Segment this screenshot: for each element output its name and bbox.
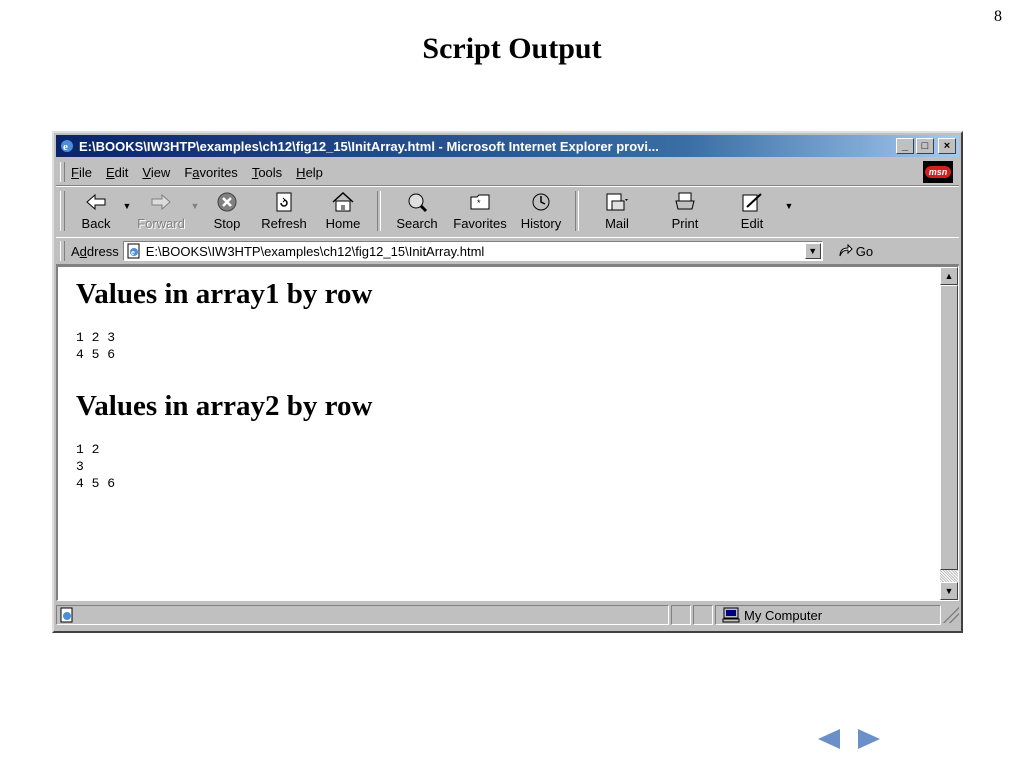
menu-favorites[interactable]: Favorites — [184, 165, 237, 180]
forward-arrow-icon — [151, 193, 171, 211]
toolbar-separator — [575, 191, 579, 231]
menu-help[interactable]: Help — [296, 165, 323, 180]
slide-number: 8 — [994, 8, 1002, 25]
history-button[interactable]: History — [513, 187, 569, 235]
msn-logo-text: msn — [924, 166, 952, 178]
browser-window: e E:\BOOKS\IW3HTP\examples\ch12\fig12_15… — [52, 131, 963, 633]
status-zone: My Computer — [715, 605, 941, 625]
back-arrow-icon — [86, 193, 106, 211]
menu-grip[interactable] — [60, 162, 65, 182]
svg-text:e: e — [63, 141, 68, 153]
svg-text:e: e — [131, 250, 135, 257]
vertical-scrollbar[interactable]: ▲ ▼ — [940, 267, 958, 600]
forward-dropdown-icon[interactable]: ▼ — [189, 201, 201, 211]
go-arrow-icon — [839, 243, 853, 257]
address-bar: Address e E:\BOOKS\IW3HTP\examples\ch12\… — [56, 237, 959, 265]
toolbar-grip[interactable] — [60, 191, 65, 231]
search-icon — [408, 193, 428, 213]
page-icon: e — [127, 243, 140, 259]
print-label: Print — [671, 216, 699, 231]
standard-toolbar: Back ▼ Forward ▼ Stop Refresh Home Searc… — [56, 186, 959, 238]
zone-label: My Computer — [744, 607, 823, 623]
favorites-icon: * — [470, 194, 490, 210]
title-bar[interactable]: e E:\BOOKS\IW3HTP\examples\ch12\fig12_15… — [56, 135, 959, 157]
status-security-cell — [693, 605, 713, 625]
array2-output: 1 2 3 4 5 6 — [76, 442, 116, 491]
search-label: Search — [396, 216, 438, 231]
maximize-button[interactable]: □ — [916, 138, 934, 154]
home-label: Home — [325, 216, 361, 231]
previous-slide-icon — [818, 729, 840, 749]
menu-edit[interactable]: Edit — [106, 165, 128, 180]
print-icon — [675, 192, 695, 210]
address-grip[interactable] — [60, 241, 65, 261]
heading-array2: Values in array2 by row — [76, 390, 373, 422]
print-button[interactable]: Print — [649, 187, 721, 235]
address-value: E:\BOOKS\IW3HTP\examples\ch12\fig12_15\I… — [145, 243, 485, 259]
status-bar: My Computer — [56, 603, 959, 627]
forward-label: Forward — [137, 216, 185, 231]
scroll-down-icon[interactable]: ▼ — [940, 582, 958, 600]
edit-dropdown-icon[interactable]: ▼ — [783, 201, 795, 211]
window-title: E:\BOOKS\IW3HTP\examples\ch12\fig12_15\I… — [79, 138, 659, 154]
page-content: Values in array1 by row 1 2 3 4 5 6 Valu… — [76, 267, 928, 600]
ie-icon: e — [61, 140, 73, 153]
search-button[interactable]: Search — [387, 187, 447, 235]
next-slide-icon — [858, 729, 880, 749]
favorites-button[interactable]: * Favorites — [447, 187, 513, 235]
history-label: History — [520, 216, 562, 231]
previous-slide-button[interactable] — [812, 727, 846, 751]
msn-logo[interactable]: msn — [923, 161, 953, 183]
page-content-frame: Values in array1 by row 1 2 3 4 5 6 Valu… — [56, 265, 959, 601]
forward-button[interactable]: Forward — [133, 187, 189, 235]
scroll-up-icon[interactable]: ▲ — [940, 267, 958, 285]
address-label: Address — [71, 243, 119, 259]
status-progress-cell — [671, 605, 691, 625]
refresh-button[interactable]: Refresh — [253, 187, 315, 235]
scroll-thumb[interactable] — [940, 285, 958, 570]
home-button[interactable]: Home — [315, 187, 371, 235]
back-button[interactable]: Back — [71, 187, 121, 235]
go-button[interactable]: Go — [837, 243, 873, 259]
status-main — [56, 605, 669, 625]
favorites-label: Favorites — [453, 216, 507, 231]
back-dropdown-icon[interactable]: ▼ — [121, 201, 133, 211]
stop-button[interactable]: Stop — [201, 187, 253, 235]
menu-tools[interactable]: Tools — [252, 165, 282, 180]
toolbar-separator — [377, 191, 381, 231]
svg-text:*: * — [477, 198, 481, 208]
scroll-track[interactable] — [940, 570, 958, 582]
array1-output: 1 2 3 4 5 6 — [76, 330, 116, 362]
edit-icon — [742, 193, 762, 212]
mail-label: Mail — [605, 216, 629, 231]
history-icon — [532, 193, 550, 211]
stop-icon — [217, 192, 237, 212]
mail-icon — [606, 193, 628, 211]
next-slide-button[interactable] — [852, 727, 886, 751]
stop-label: Stop — [213, 216, 241, 231]
close-button[interactable]: × — [938, 138, 956, 154]
page-status-icon — [60, 607, 73, 623]
resize-grip[interactable] — [943, 607, 959, 623]
slide-navigation — [812, 727, 892, 751]
edit-label: Edit — [740, 216, 764, 231]
minimize-button[interactable]: _ — [896, 138, 914, 154]
refresh-label: Refresh — [261, 216, 307, 231]
slide-title: Script Output — [422, 32, 602, 65]
heading-array1: Values in array1 by row — [76, 278, 373, 310]
menu-view[interactable]: View — [142, 165, 170, 180]
go-label: Go — [855, 243, 874, 259]
address-input[interactable]: e E:\BOOKS\IW3HTP\examples\ch12\fig12_15… — [122, 241, 823, 261]
address-dropdown-icon[interactable]: ▼ — [804, 243, 821, 259]
back-label: Back — [81, 216, 111, 231]
computer-icon — [722, 607, 740, 623]
menu-bar: File Edit View Favorites Tools Help msn — [56, 159, 959, 186]
refresh-icon — [276, 192, 292, 212]
mail-button[interactable]: Mail — [585, 187, 649, 235]
edit-button[interactable]: Edit — [721, 187, 783, 235]
home-icon — [332, 191, 354, 212]
menu-file[interactable]: File — [71, 165, 92, 180]
